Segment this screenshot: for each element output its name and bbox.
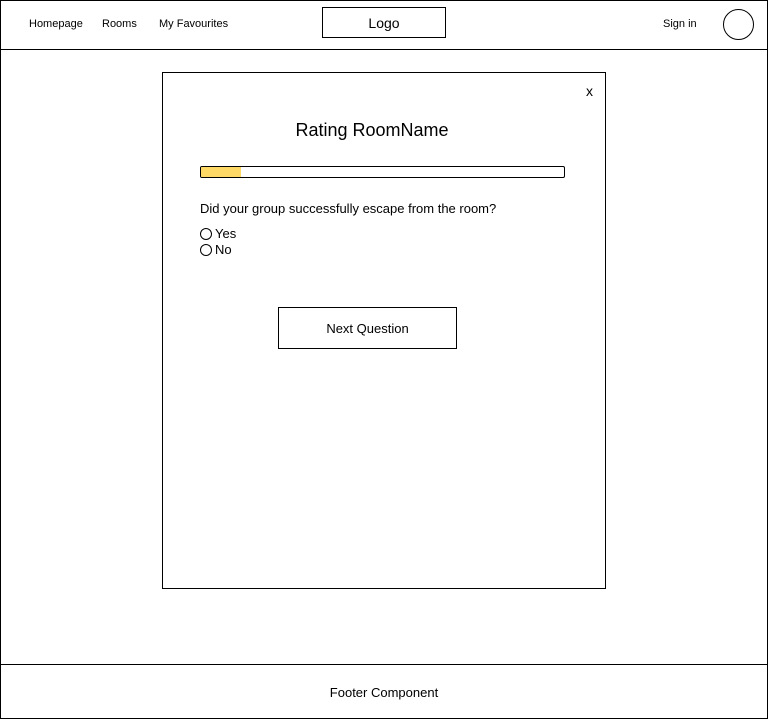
progress-bar xyxy=(200,166,565,178)
avatar[interactable] xyxy=(723,9,754,40)
radio-no[interactable] xyxy=(200,244,212,256)
progress-bar-fill xyxy=(201,167,241,177)
rating-modal: x Rating RoomName Did your group success… xyxy=(162,72,606,589)
footer-label: Footer Component xyxy=(329,685,439,700)
option-yes[interactable]: Yes xyxy=(200,226,236,242)
option-no-label: No xyxy=(215,242,232,257)
close-icon[interactable]: x xyxy=(586,83,593,99)
next-question-button[interactable]: Next Question xyxy=(278,307,457,349)
option-no[interactable]: No xyxy=(200,242,232,258)
nav-favourites-link[interactable]: My Favourites xyxy=(159,17,228,31)
modal-title: Rating RoomName xyxy=(295,120,449,140)
nav-homepage-link[interactable]: Homepage xyxy=(29,17,83,31)
nav-rooms-link[interactable]: Rooms xyxy=(102,17,137,31)
question-text: Did your group successfully escape from … xyxy=(200,201,497,216)
top-navbar: Homepage Rooms My Favourites Logo Sign i… xyxy=(0,0,768,50)
radio-yes[interactable] xyxy=(200,228,212,240)
logo[interactable]: Logo xyxy=(322,7,446,38)
footer: Footer Component xyxy=(0,664,768,720)
sign-in-link[interactable]: Sign in xyxy=(663,17,697,31)
option-yes-label: Yes xyxy=(215,226,237,241)
